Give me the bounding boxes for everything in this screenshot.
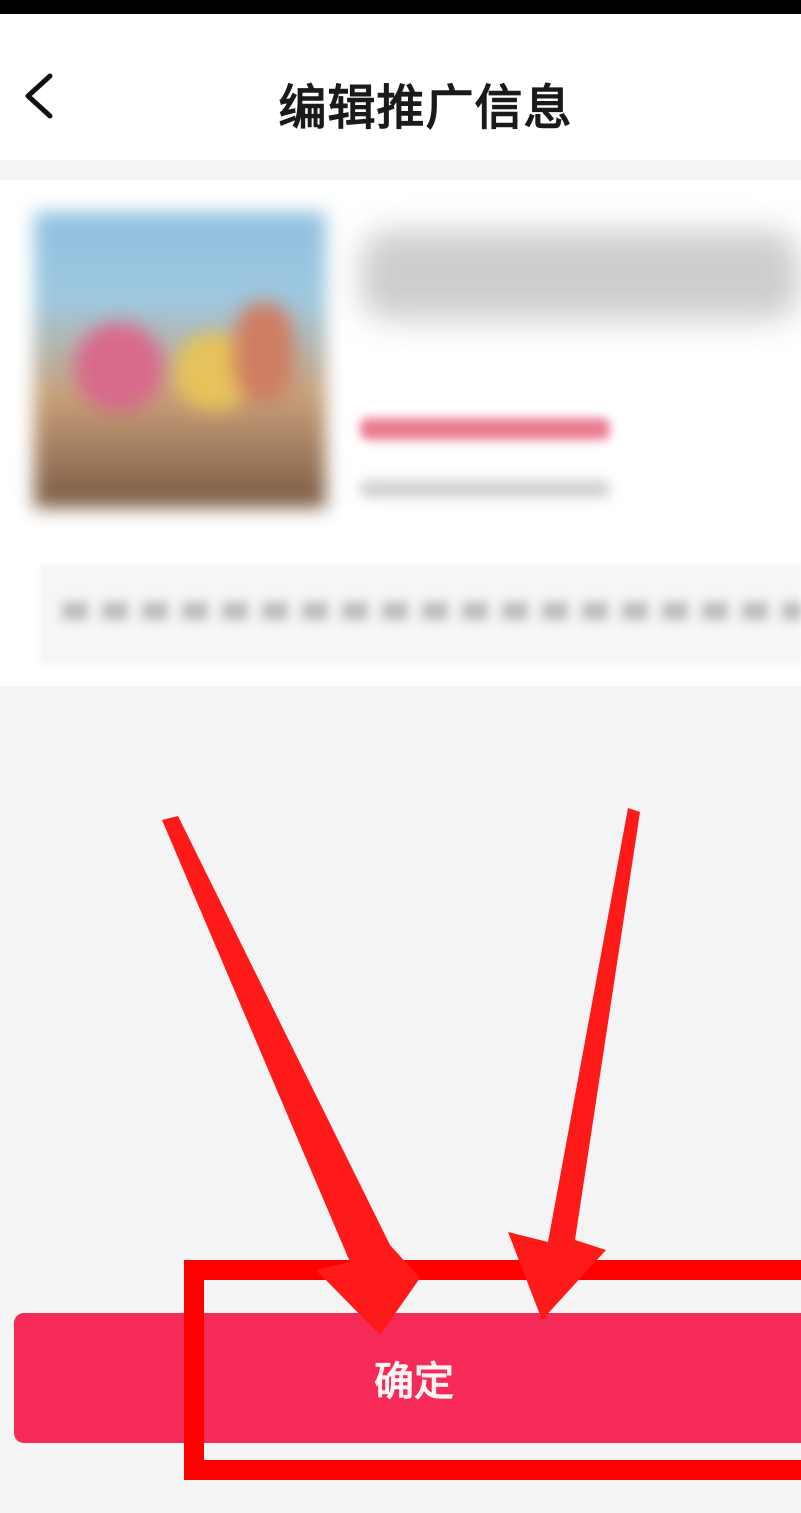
promotion-description-field[interactable] <box>40 564 801 664</box>
page-title: 编辑推广信息 <box>278 80 573 136</box>
status-bar <box>0 0 801 14</box>
nav-header: 编辑推广信息 <box>0 14 801 160</box>
confirm-button[interactable]: 确定 <box>14 1313 801 1443</box>
product-subtitle-blurred <box>360 480 610 498</box>
promotion-description-text <box>62 602 801 620</box>
product-price-blurred <box>360 418 610 440</box>
product-thumbnail[interactable] <box>34 212 326 508</box>
annotation-arrow-left <box>162 816 420 1335</box>
annotation-arrow-right <box>508 808 640 1320</box>
product-title-blurred <box>360 230 800 320</box>
promotion-card <box>0 180 801 686</box>
